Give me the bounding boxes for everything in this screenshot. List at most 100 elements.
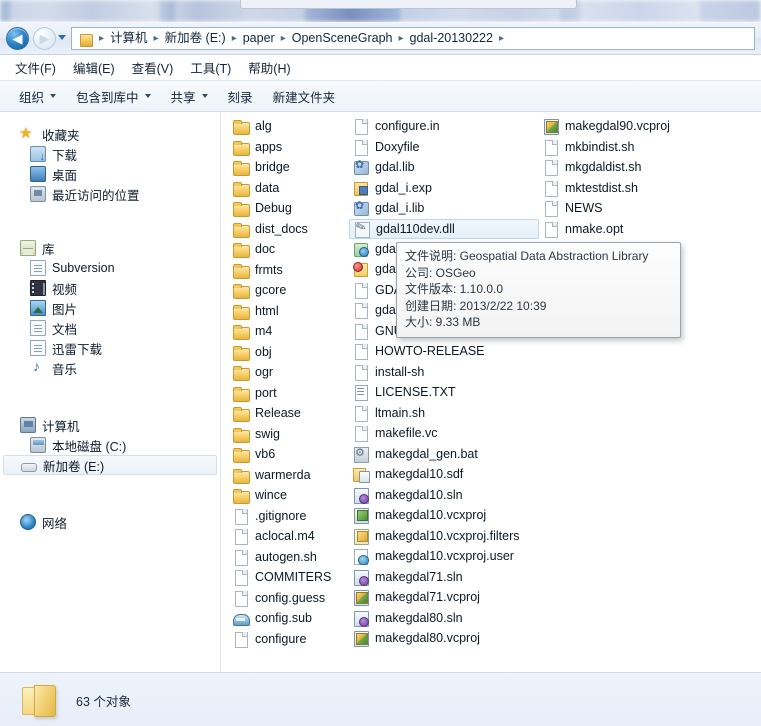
list-item[interactable]: doc [229,239,349,260]
toolbar-new-folder-button[interactable]: 新建文件夹 [264,83,345,110]
folder-icon [233,426,250,443]
list-item[interactable]: makegdal10.vcxproj [349,505,539,526]
list-item-label: gdal_i.exp [375,180,432,195]
list-item[interactable]: data [229,178,349,199]
list-item[interactable]: config.sub [229,608,349,629]
list-item[interactable]: makegdal10.vcxproj.filters [349,526,539,547]
chevron-down-icon[interactable] [58,35,66,40]
nav-header-network[interactable]: 网络 [0,512,220,532]
breadcrumb-item-1[interactable]: 新加卷 (E:) [162,28,229,49]
list-item[interactable]: warmerda [229,465,349,486]
list-item[interactable]: install-sh [349,362,539,383]
menu-item-file[interactable]: 文件(F) [8,55,63,80]
toolbar-burn-button[interactable]: 刻录 [219,83,262,110]
sidebar-item-recent-places[interactable]: 最近访问的位置 [0,184,220,204]
sidebar-item-thunder-download[interactable]: 迅雷下载 [0,338,220,358]
list-item[interactable]: port [229,383,349,404]
list-item[interactable]: frmts [229,260,349,281]
list-item[interactable]: mkgdaldist.sh [539,157,754,178]
list-item[interactable]: makegdal_gen.bat [349,444,539,465]
list-item-label: autogen.sh [255,549,317,564]
list-item[interactable]: apps [229,137,349,158]
breadcrumb-item-4[interactable]: gdal-20130222 [407,28,496,49]
breadcrumb-item-0[interactable]: 计算机 [107,28,151,49]
list-item-label: makegdal90.vcproj [565,119,670,134]
breadcrumb-item-2[interactable]: paper [240,28,278,49]
list-item-label: LICENSE.TXT [375,385,456,400]
forward-arrow-icon[interactable]: ▶ [33,27,56,50]
list-item[interactable]: gdal_i.exp [349,178,539,199]
list-item[interactable]: gdal110dev.dll [349,218,539,239]
sidebar-item-pictures[interactable]: 图片 [0,298,220,318]
file-list[interactable]: alg apps bridge data Debug dist_docs doc frmts g… [221,112,761,672]
list-item-label: Release [255,406,301,421]
toolbar-organize-button[interactable]: 组织 [10,83,65,110]
menu-item-edit[interactable]: 编辑(E) [66,55,122,80]
folder-icon [233,405,250,423]
sidebar-item-music[interactable]: 音乐 [0,358,220,378]
sidebar-item-videos[interactable]: 视频 [0,278,220,298]
list-item[interactable]: makefile.vc [349,423,539,444]
nav-header-libraries[interactable]: 库 [0,238,220,258]
sidebar-item-downloads[interactable]: 下载 [0,144,220,164]
vcxproj-user-file-icon [353,548,369,566]
nav-header-favorites[interactable]: 收藏夹 [0,124,220,144]
list-item[interactable]: Release [229,403,349,424]
list-item[interactable]: html [229,301,349,322]
list-item[interactable]: makegdal71.vcproj [349,587,539,608]
list-item[interactable]: configure.in [349,116,539,137]
sidebar-item-documents[interactable]: 文档 [0,318,220,338]
list-item[interactable]: bridge [229,157,349,178]
navigation-pane[interactable]: 收藏夹 下载 桌面 最近访问的位置 库 Subversio [0,112,220,672]
list-item[interactable]: Doxyfile [349,137,539,158]
list-item[interactable]: gcore [229,280,349,301]
sidebar-item-desktop[interactable]: 桌面 [0,164,220,184]
sidebar-item-subversion[interactable]: Subversion [0,258,220,278]
list-item[interactable]: aclocal.m4 [229,526,349,547]
list-item[interactable]: NEWS [539,198,754,219]
list-item[interactable]: LICENSE.TXT [349,382,539,403]
breadcrumb-item-3[interactable]: OpenSceneGraph [289,28,396,49]
sidebar-item-new-volume-e[interactable]: 新加卷 (E:) [3,455,217,475]
list-item[interactable]: makegdal10.vcxproj.user [349,546,539,567]
breadcrumb[interactable]: ▸ 计算机 ▸ 新加卷 (E:) ▸ paper ▸ OpenSceneGrap… [71,27,755,50]
list-item[interactable]: ogr [229,362,349,383]
list-item[interactable]: wince [229,485,349,506]
list-item[interactable]: makegdal71.sln [349,567,539,588]
list-item[interactable]: m4 [229,321,349,342]
menu-item-help[interactable]: 帮助(H) [241,55,297,80]
toolbar-share-button[interactable]: 共享 [162,83,217,110]
list-item[interactable]: alg [229,116,349,137]
nav-header-computer[interactable]: 计算机 [0,415,220,435]
list-item[interactable]: mkbindist.sh [539,137,754,158]
list-item[interactable]: .gitignore [229,506,349,527]
list-item[interactable]: config.guess [229,588,349,609]
back-arrow-icon[interactable]: ◀ [6,27,29,50]
list-item[interactable]: COMMITERS [229,567,349,588]
list-item[interactable]: dist_docs [229,219,349,240]
list-item[interactable]: makegdal80.vcproj [349,628,539,649]
list-item[interactable]: nmake.opt [539,219,754,240]
list-item[interactable]: vb6 [229,444,349,465]
list-item[interactable]: HOWTO-RELEASE [349,341,539,362]
sidebar-item-local-disk-c[interactable]: 本地磁盘 (C:) [0,435,220,455]
menu-item-view[interactable]: 查看(V) [125,55,181,80]
list-item[interactable]: makegdal80.sln [349,608,539,629]
toolbar-include-in-library-button[interactable]: 包含到库中 [67,83,160,110]
list-item-label: gdal.lib [375,160,415,175]
list-item[interactable]: gdal_i.lib [349,198,539,219]
list-item-label: alg [255,119,272,134]
list-item[interactable]: configure [229,629,349,650]
list-item[interactable]: makegdal10.sln [349,485,539,506]
list-item[interactable]: ltmain.sh [349,403,539,424]
list-item-label: doc [255,242,276,257]
list-item[interactable]: mktestdist.sh [539,178,754,199]
list-item[interactable]: gdal.lib [349,157,539,178]
list-item[interactable]: makegdal90.vcproj [539,116,754,137]
list-item[interactable]: obj [229,342,349,363]
list-item[interactable]: Debug [229,198,349,219]
list-item[interactable]: makegdal10.sdf [349,464,539,485]
list-item[interactable]: autogen.sh [229,547,349,568]
menu-item-tools[interactable]: 工具(T) [183,55,238,80]
list-item[interactable]: swig [229,424,349,445]
